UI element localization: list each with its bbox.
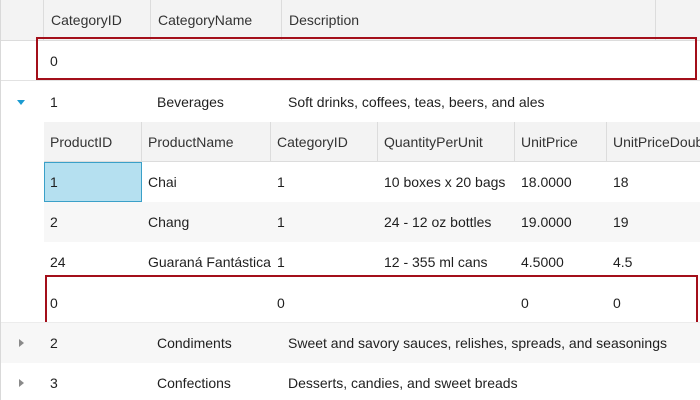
cell-description[interactable]: Desserts, candies, and sweet breads (288, 363, 518, 400)
master-data-grid: CategoryID CategoryName Description 0 1 … (0, 0, 700, 400)
cell-unitprice[interactable]: 19.0000 (515, 202, 607, 242)
cell-quantityperunit[interactable]: 24 - 12 oz bottles (378, 202, 515, 242)
nested-add-productid[interactable]: 0 (50, 294, 58, 312)
cell-categoryname[interactable]: Confections (157, 363, 231, 400)
cell-productid-selected[interactable]: 1 (44, 162, 142, 202)
cell-quantityperunit[interactable]: 10 boxes x 20 bags (378, 162, 515, 202)
table-row[interactable]: 2 Condiments Sweet and savory sauces, re… (1, 323, 700, 363)
table-row[interactable]: 1 Beverages Soft drinks, coffees, teas, … (1, 82, 700, 122)
column-header-productid[interactable]: ProductID (44, 122, 142, 162)
cell-categoryname[interactable]: Beverages (157, 82, 224, 122)
cell-unitprice[interactable]: 18.0000 (515, 162, 607, 202)
add-new-row-categoryid[interactable]: 0 (50, 52, 58, 70)
nested-add-new-row-focus-border (45, 275, 698, 324)
triangle-down-icon[interactable] (15, 96, 27, 108)
cell-unitpricedouble[interactable]: 19 (607, 202, 700, 242)
cell-description[interactable]: Sweet and savory sauces, relishes, sprea… (288, 323, 667, 363)
column-header-quantityperunit[interactable]: QuantityPerUnit (378, 122, 515, 162)
cell-categoryid[interactable]: 3 (50, 363, 58, 400)
cell-description[interactable]: Soft drinks, coffees, teas, beers, and a… (288, 82, 545, 122)
cell-productname[interactable]: Chang (142, 202, 271, 242)
column-header-description[interactable]: Description (282, 0, 656, 41)
triangle-right-icon[interactable] (15, 377, 27, 389)
header-indent-cell (1, 0, 44, 41)
table-row[interactable]: 2 Chang 1 24 - 12 oz bottles 19.0000 19 (44, 202, 700, 242)
column-header-unitpricedouble[interactable]: UnitPriceDouble (607, 122, 700, 162)
add-new-row-focus-border (36, 37, 697, 80)
cell-categoryid[interactable]: 1 (271, 202, 378, 242)
column-header-categoryid[interactable]: CategoryID (271, 122, 378, 162)
nested-add-unitpricedouble[interactable]: 0 (613, 294, 621, 312)
cell-categoryid[interactable]: 1 (271, 162, 378, 202)
nested-grid-header: ProductID ProductName CategoryID Quantit… (44, 122, 700, 162)
cell-categoryid[interactable]: 2 (50, 323, 58, 363)
column-header-unitprice[interactable]: UnitPrice (515, 122, 607, 162)
triangle-right-icon[interactable] (15, 337, 27, 349)
table-row[interactable]: 3 Confections Desserts, candies, and swe… (1, 363, 700, 400)
cell-productname[interactable]: Chai (142, 162, 271, 202)
column-header-categoryname[interactable]: CategoryName (151, 0, 282, 41)
cell-categoryid[interactable]: 1 (50, 82, 58, 122)
column-header-categoryid[interactable]: CategoryID (44, 0, 151, 41)
cell-categoryname[interactable]: Condiments (157, 323, 232, 363)
cell-unitpricedouble[interactable]: 18 (607, 162, 700, 202)
header-filler-cell (656, 0, 700, 41)
column-header-productname[interactable]: ProductName (142, 122, 271, 162)
table-row[interactable]: 1 Chai 1 10 boxes x 20 bags 18.0000 18 (44, 162, 700, 202)
cell-productid[interactable]: 2 (44, 202, 142, 242)
grid-header: CategoryID CategoryName Description (1, 0, 700, 41)
nested-add-unitprice[interactable]: 0 (521, 294, 529, 312)
nested-add-categoryid[interactable]: 0 (277, 294, 285, 312)
